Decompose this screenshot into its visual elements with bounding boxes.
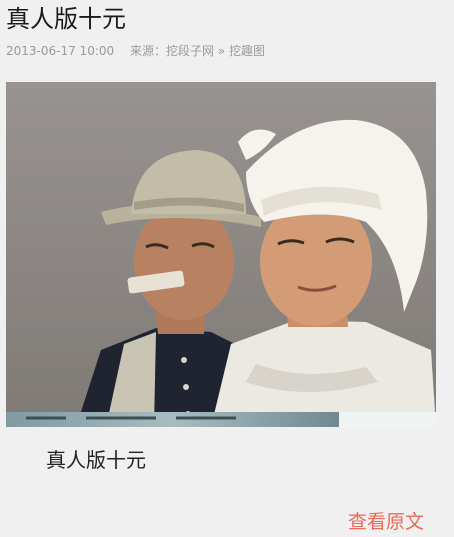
article-photo[interactable] [6,82,436,427]
breadcrumb-separator: » [217,44,226,58]
article-title: 真人版十元 [6,5,126,33]
view-original-link[interactable]: 查看原文 [348,509,424,535]
photo-caption: 真人版十元 [46,448,146,472]
source-link[interactable]: 挖段子网 [166,44,214,58]
photo-illustration [6,82,436,427]
category-link[interactable]: 挖趣图 [229,44,265,58]
publish-date: 2013-06-17 10:00 [6,44,115,58]
article-meta: 2013-06-17 10:00 来源：挖段子网 » 挖趣图 [6,43,265,59]
source-label: 来源： [129,44,166,58]
